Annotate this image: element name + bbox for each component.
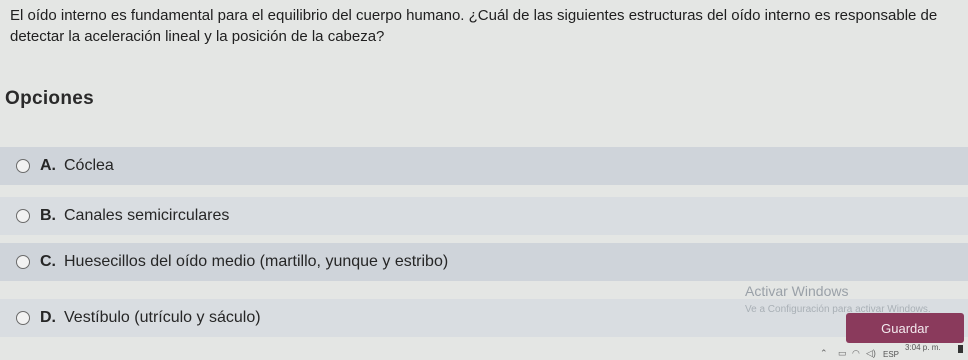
battery-icon[interactable]: ▭	[838, 348, 847, 359]
wifi-icon[interactable]: ◠	[852, 348, 860, 359]
activation-watermark-title: Activar Windows	[745, 283, 849, 299]
question-text: El oído interno es fundamental para el e…	[10, 7, 938, 45]
radio-circle-icon[interactable]	[16, 255, 30, 269]
option-label: Huesecillos del oído medio (martillo, yu…	[64, 253, 449, 270]
option-label: Canales semicirculares	[64, 207, 230, 224]
option-label: Cóclea	[64, 157, 114, 174]
option-letter: B.	[40, 207, 56, 224]
chevron-up-icon[interactable]: ⌃	[820, 348, 828, 359]
option-letter: A.	[40, 157, 56, 174]
clock-time[interactable]: 3:04 p. m.	[905, 343, 941, 352]
option-a[interactable]: A. Cóclea	[0, 147, 968, 185]
option-label: Vestíbulo (utrículo y sáculo)	[64, 309, 261, 326]
taskbar-tray: ⌃ ▭ ◠ ◁) ESP 3:04 p. m.	[780, 343, 968, 360]
radio-circle-icon[interactable]	[16, 209, 30, 223]
options-heading: Opciones	[5, 88, 94, 109]
option-letter: C.	[40, 253, 56, 270]
volume-icon[interactable]: ◁)	[866, 348, 876, 359]
option-b[interactable]: B. Canales semicirculares	[0, 197, 968, 235]
radio-circle-icon[interactable]	[16, 159, 30, 173]
save-button[interactable]: Guardar	[846, 313, 964, 343]
language-indicator[interactable]: ESP	[883, 350, 899, 359]
radio-circle-icon[interactable]	[16, 311, 30, 325]
option-c[interactable]: C. Huesecillos del oído medio (martillo,…	[0, 243, 968, 281]
notification-icon[interactable]	[958, 345, 963, 353]
option-letter: D.	[40, 309, 56, 326]
